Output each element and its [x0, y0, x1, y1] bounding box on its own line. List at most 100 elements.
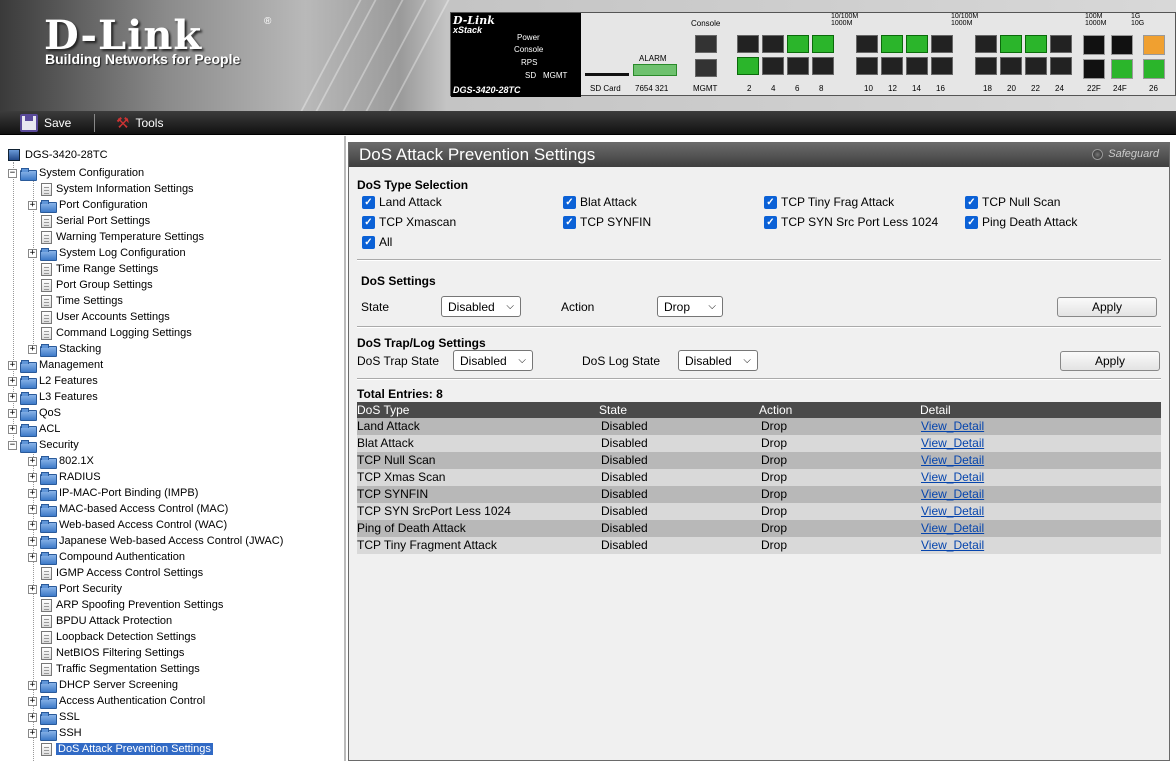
tree-item-dos-attack-prevention[interactable]: DoS Attack Prevention Settings: [41, 741, 213, 757]
checkbox-all[interactable]: ✓ All: [362, 235, 392, 249]
led-label-sd: SD: [525, 71, 537, 80]
view-detail-link[interactable]: View_Detail: [921, 470, 984, 484]
expand-icon[interactable]: +: [28, 728, 37, 738]
view-detail-link[interactable]: View_Detail: [921, 487, 984, 501]
expand-icon[interactable]: +: [28, 504, 37, 514]
checkbox-checked-icon[interactable]: ✓: [764, 195, 777, 209]
tree-item-radius[interactable]: + RADIUS: [28, 469, 101, 485]
checkbox-checked-icon[interactable]: ✓: [965, 195, 978, 209]
view-detail-link[interactable]: View_Detail: [921, 504, 984, 518]
checkbox-ping-death[interactable]: ✓ Ping Death Attack: [965, 215, 1077, 229]
checkbox-tcp-xmascan[interactable]: ✓ TCP Xmascan: [362, 215, 456, 229]
tree-acl[interactable]: + ACL: [8, 421, 60, 437]
expand-icon[interactable]: +: [8, 424, 17, 434]
tree-item-8021x[interactable]: +802.1X: [28, 453, 94, 469]
tree-item-access-auth[interactable]: + Access Authentication Control: [28, 693, 205, 709]
trap-log-apply-button[interactable]: Apply: [1060, 351, 1160, 371]
tree-item-compound-auth[interactable]: + Compound Authentication: [28, 549, 185, 565]
checkbox-tcp-null-scan[interactable]: ✓ TCP Null Scan: [965, 195, 1060, 209]
tree-item-bpdu[interactable]: BPDU Attack Protection: [41, 613, 172, 629]
tools-button[interactable]: ⚒ Tools: [116, 111, 163, 135]
expand-icon[interactable]: +: [8, 408, 17, 418]
tree-item-impb[interactable]: + IP-MAC-Port Binding (IMPB): [28, 485, 198, 501]
expand-icon[interactable]: +: [8, 360, 17, 370]
log-state-select[interactable]: Disabled ⌵: [678, 350, 758, 371]
view-detail-link[interactable]: View_Detail: [921, 538, 984, 552]
tree-item-port-group[interactable]: Port Group Settings: [41, 277, 153, 293]
expand-icon[interactable]: +: [28, 488, 37, 498]
trap-state-select[interactable]: Disabled ⌵: [453, 350, 533, 371]
tree-item-ssh[interactable]: + SSH: [28, 725, 82, 741]
checkbox-checked-icon[interactable]: ✓: [563, 215, 576, 229]
port-number: 18: [983, 84, 992, 93]
checkbox-checked-icon[interactable]: ✓: [563, 195, 576, 209]
dos-settings-apply-button[interactable]: Apply: [1057, 297, 1157, 317]
action-select[interactable]: Drop ⌵: [657, 296, 723, 317]
column-header: State: [599, 403, 628, 417]
tree-l2-features[interactable]: + L2 Features: [8, 373, 98, 389]
view-detail-link[interactable]: View_Detail: [921, 419, 984, 433]
tree-item-port-configuration[interactable]: + Port Configuration: [28, 197, 148, 213]
expand-icon[interactable]: +: [28, 456, 37, 466]
tree-security[interactable]: − Security: [8, 437, 79, 453]
tree-item-loopback[interactable]: Loopback Detection Settings: [41, 629, 196, 645]
view-detail-link[interactable]: View_Detail: [921, 521, 984, 535]
expand-icon[interactable]: +: [28, 552, 37, 562]
expand-icon[interactable]: +: [28, 712, 37, 722]
checkbox-checked-icon[interactable]: ✓: [362, 195, 375, 209]
port-number: 26: [1149, 84, 1158, 93]
expand-icon[interactable]: +: [28, 248, 37, 258]
collapse-icon[interactable]: −: [8, 168, 17, 178]
checkbox-tcp-synfin[interactable]: ✓ TCP SYNFIN: [563, 215, 651, 229]
tree-item-netbios[interactable]: NetBIOS Filtering Settings: [41, 645, 184, 661]
state-select[interactable]: Disabled ⌵: [441, 296, 521, 317]
tree-item-user-accounts[interactable]: User Accounts Settings: [41, 309, 170, 325]
tree-l3-features[interactable]: + L3 Features: [8, 389, 98, 405]
tree-item-arp-spoofing[interactable]: ARP Spoofing Prevention Settings: [41, 597, 223, 613]
expand-icon[interactable]: +: [28, 584, 37, 594]
tree-item-ssl[interactable]: + SSL: [28, 709, 80, 725]
checkbox-checked-icon[interactable]: ✓: [965, 215, 978, 229]
tree-item-dhcp-screening[interactable]: + DHCP Server Screening: [28, 677, 178, 693]
checkbox-tcp-tiny-frag[interactable]: ✓ TCP Tiny Frag Attack: [764, 195, 894, 209]
tree-item-mac[interactable]: + MAC-based Access Control (MAC): [28, 501, 228, 517]
device-panel[interactable]: D-Link xStack Power Console RPS SD MGMT …: [450, 12, 1176, 97]
tree-item-system-log[interactable]: + System Log Configuration: [28, 245, 186, 261]
tree-item-jwac[interactable]: + Japanese Web-based Access Control (JWAC…: [28, 533, 283, 549]
tree-item-command-logging[interactable]: Command Logging Settings: [41, 325, 192, 341]
checkbox-blat-attack[interactable]: ✓ Blat Attack: [563, 195, 637, 209]
expand-icon[interactable]: +: [8, 376, 17, 386]
tree-management[interactable]: + Management: [8, 357, 103, 373]
collapse-icon[interactable]: −: [8, 440, 17, 450]
expand-icon[interactable]: +: [28, 472, 37, 482]
tree-item-warning-temperature[interactable]: Warning Temperature Settings: [41, 229, 204, 245]
tree-item-port-security[interactable]: + Port Security: [28, 581, 122, 597]
expand-icon[interactable]: +: [28, 200, 37, 210]
folder-icon: [20, 359, 37, 373]
expand-icon[interactable]: +: [28, 344, 37, 354]
expand-icon[interactable]: +: [28, 696, 37, 706]
tree-root[interactable]: DGS-3420-28TC: [8, 147, 108, 163]
expand-icon[interactable]: +: [28, 536, 37, 546]
checkbox-checked-icon[interactable]: ✓: [362, 215, 375, 229]
expand-icon[interactable]: +: [28, 520, 37, 530]
tree-qos[interactable]: + QoS: [8, 405, 61, 421]
expand-icon[interactable]: +: [28, 680, 37, 690]
expand-icon[interactable]: +: [8, 392, 17, 402]
tree-item-traffic-segmentation[interactable]: Traffic Segmentation Settings: [41, 661, 200, 677]
view-detail-link[interactable]: View_Detail: [921, 453, 984, 467]
checkbox-tcp-syn-src-port[interactable]: ✓ TCP SYN Src Port Less 1024: [764, 215, 938, 229]
tree-item-igmp-access[interactable]: IGMP Access Control Settings: [41, 565, 203, 581]
checkbox-checked-icon[interactable]: ✓: [362, 235, 375, 249]
tree-item-time-settings[interactable]: Time Settings: [41, 293, 123, 309]
tree-item-system-information[interactable]: System Information Settings: [41, 181, 194, 197]
tree-item-time-range[interactable]: Time Range Settings: [41, 261, 158, 277]
tree-item-serial-port[interactable]: Serial Port Settings: [41, 213, 150, 229]
view-detail-link[interactable]: View_Detail: [921, 436, 984, 450]
tree-system-configuration[interactable]: − System Configuration: [8, 165, 144, 181]
save-button[interactable]: Save: [20, 111, 71, 135]
tree-item-wac[interactable]: + Web-based Access Control (WAC): [28, 517, 227, 533]
checkbox-checked-icon[interactable]: ✓: [764, 215, 777, 229]
checkbox-land-attack[interactable]: ✓ Land Attack: [362, 195, 442, 209]
tree-item-stacking[interactable]: + Stacking: [28, 341, 101, 357]
